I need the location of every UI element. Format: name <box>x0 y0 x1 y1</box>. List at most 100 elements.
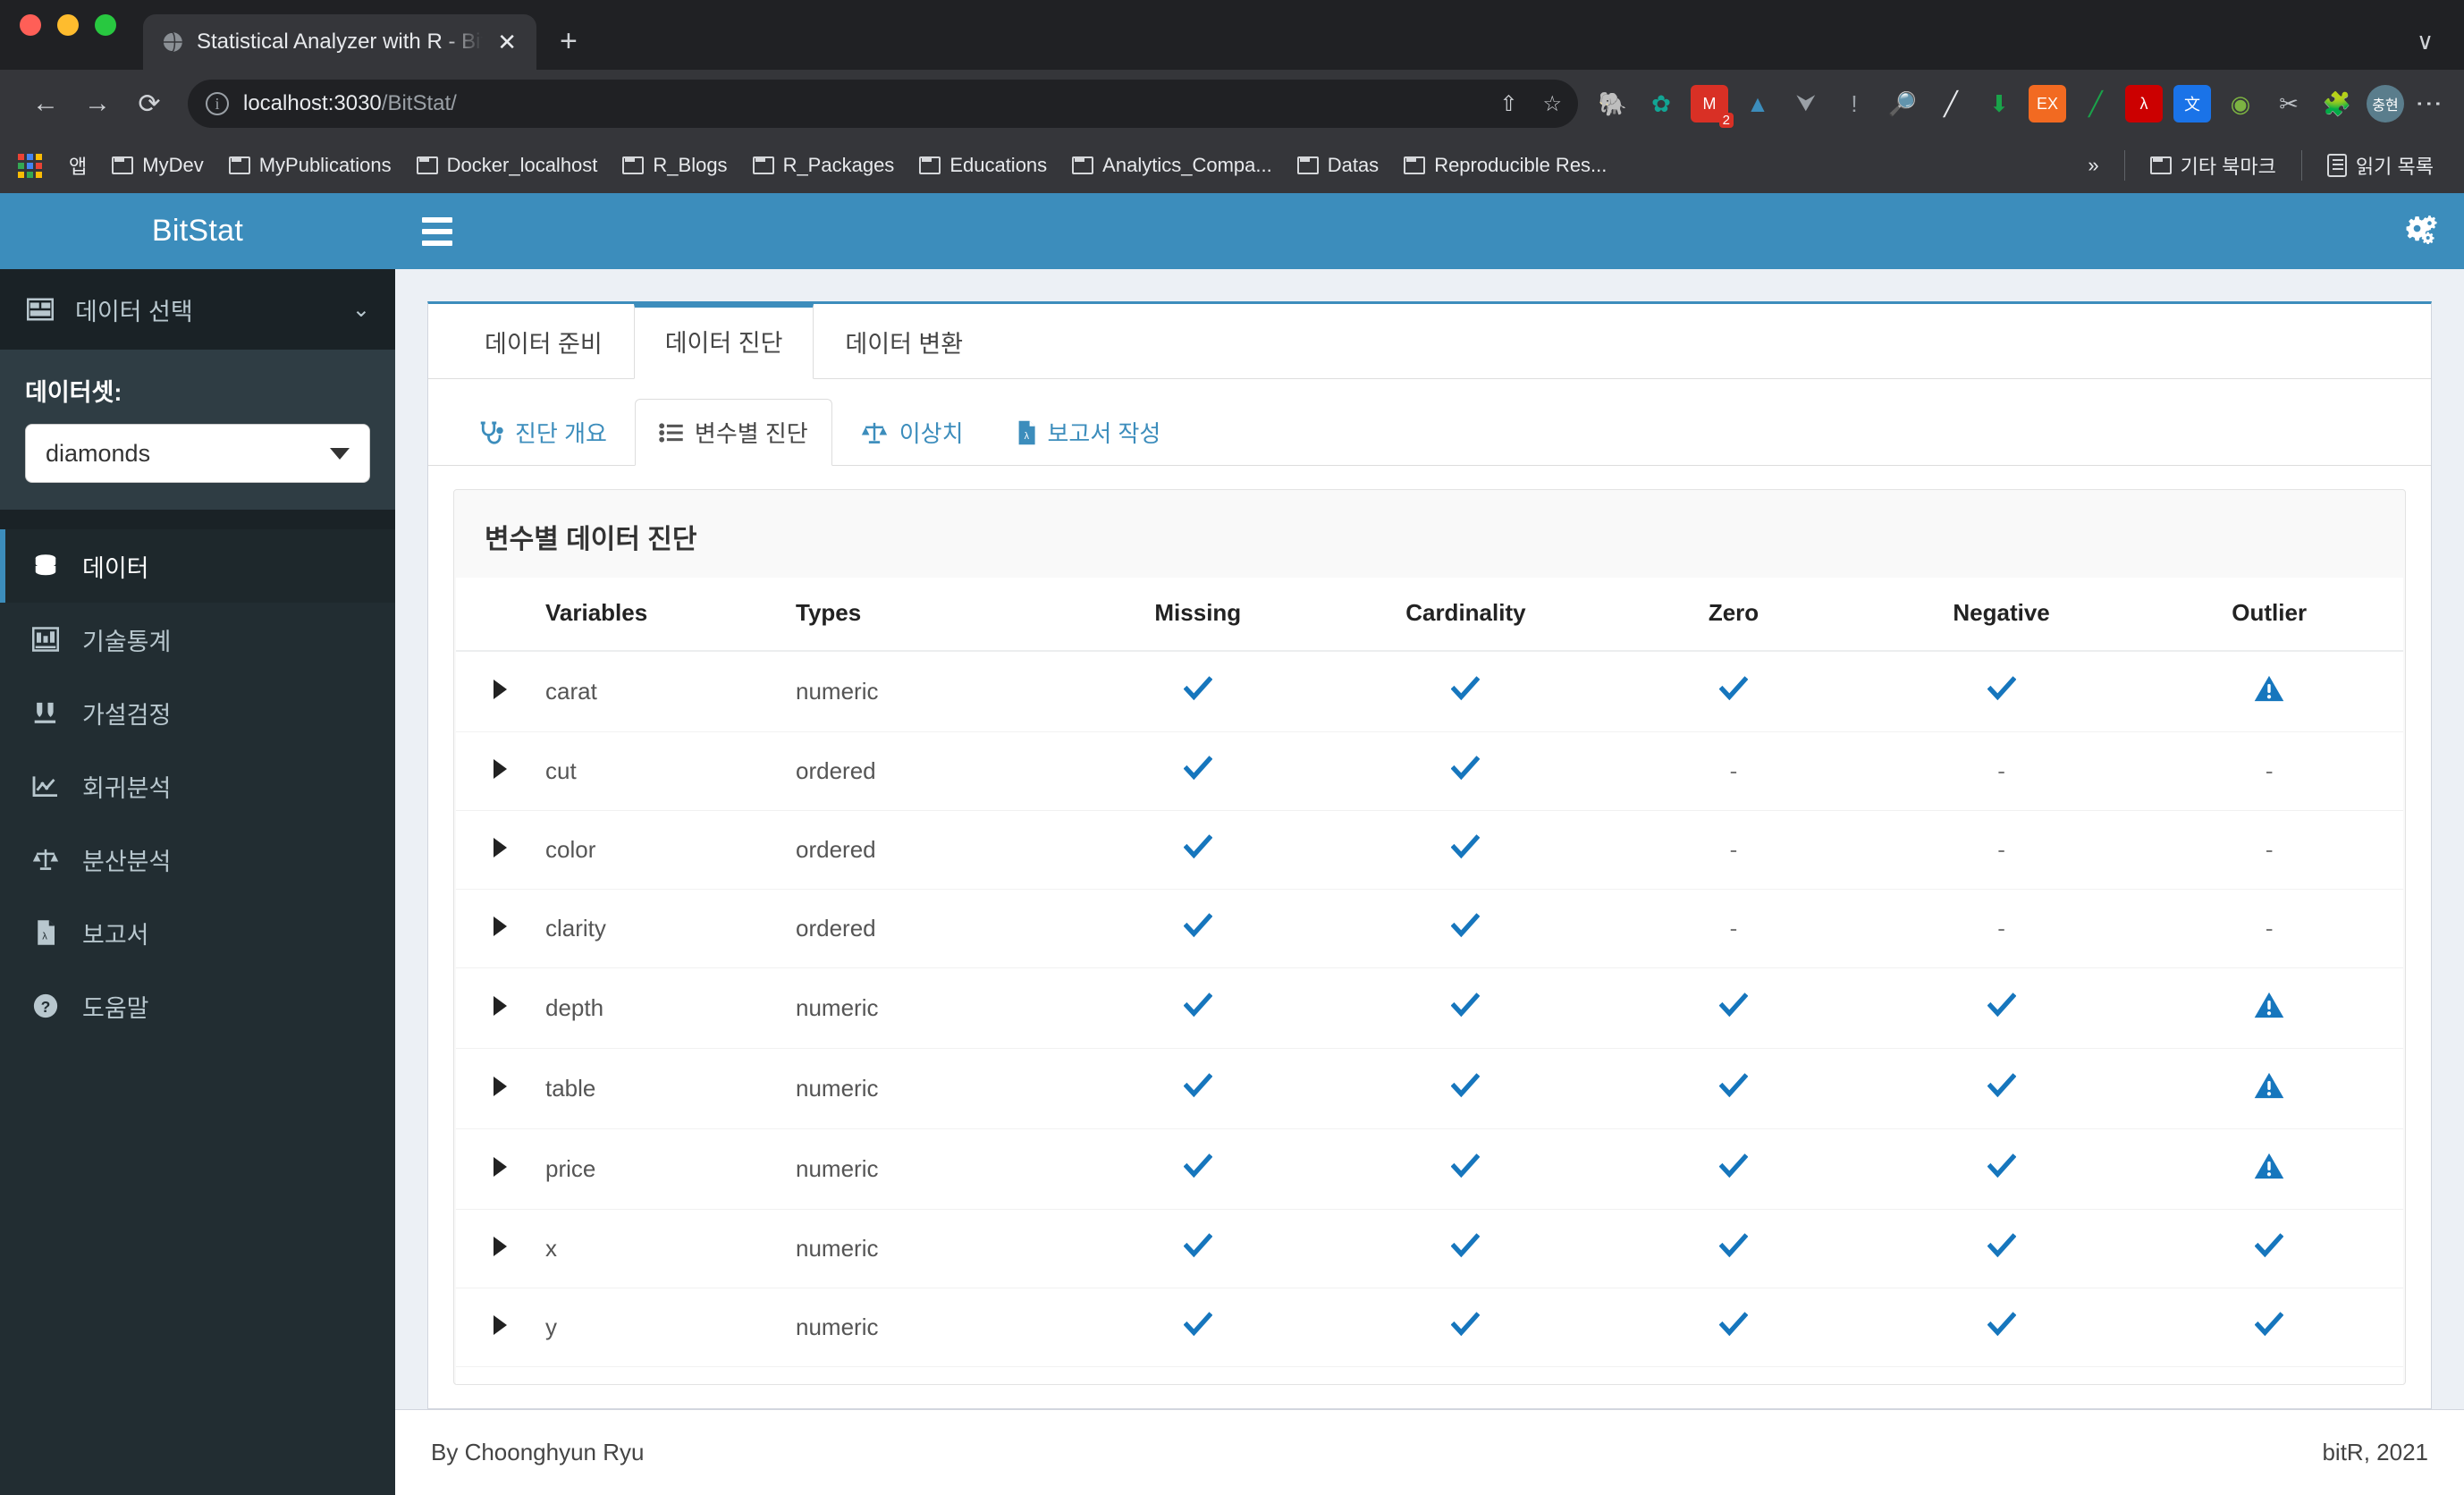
bookmark-item[interactable]: Reproducible Res... <box>1391 148 1619 182</box>
minimize-window-button[interactable] <box>57 14 79 36</box>
dataset-select[interactable]: diamonds <box>25 424 370 483</box>
google-drive-icon[interactable]: ▲ <box>1739 85 1776 122</box>
other-bookmarks-button[interactable]: 기타 북마크 <box>2138 146 2289 185</box>
address-bar[interactable]: i localhost:3030/BitStat/ ⇧ ☆ <box>188 80 1578 128</box>
row-expand-cell[interactable] <box>456 1366 545 1384</box>
reload-button[interactable]: ⟳ <box>123 78 175 130</box>
table-row[interactable]: y numeric <box>456 1288 2403 1367</box>
pen-extension-icon[interactable]: ╱ <box>1932 85 1970 122</box>
browser-tab[interactable]: Statistical Analyzer with R - Bit ✕ <box>143 14 536 70</box>
row-expand-cell[interactable] <box>456 889 545 968</box>
profile-avatar[interactable]: 충현 <box>2367 85 2404 122</box>
table-row[interactable]: cut ordered - - - <box>456 731 2403 811</box>
tab-level1-1[interactable]: 데이터 진단 <box>633 304 814 379</box>
bookmark-item[interactable]: MyPublications <box>216 148 404 182</box>
caret-right-icon[interactable] <box>494 1157 507 1177</box>
pocket-extension-icon[interactable]: ! <box>1835 85 1873 122</box>
tab-level1-2[interactable]: 데이터 변환 <box>814 304 994 379</box>
caret-right-icon[interactable] <box>494 1237 507 1256</box>
bookmark-item[interactable]: R_Packages <box>740 148 907 182</box>
share-icon[interactable]: ⇧ <box>1499 91 1517 117</box>
sidebar-item-line-chart[interactable]: 회귀분석 <box>0 749 395 823</box>
row-expand-cell[interactable] <box>456 651 545 732</box>
bookmark-item[interactable]: R_Blogs <box>610 148 739 182</box>
table-row[interactable]: carat numeric <box>456 651 2403 732</box>
row-expand-cell[interactable] <box>456 1128 545 1210</box>
table-row[interactable]: clarity ordered - - - <box>456 889 2403 968</box>
magnifier-extension-icon[interactable]: 🔎 <box>1884 85 1921 122</box>
caret-right-icon[interactable] <box>494 1315 507 1335</box>
back-button[interactable]: ← <box>20 78 72 130</box>
reading-list-button[interactable]: 읽기 목록 <box>2315 146 2446 185</box>
bookmarks-overflow-button[interactable]: » <box>2075 148 2111 182</box>
shield-extension-icon[interactable]: ⮟ <box>1787 85 1825 122</box>
puzzle-extension-icon[interactable]: 🧩 <box>2318 85 2356 122</box>
table-row[interactable]: znumeric <box>456 1366 2403 1384</box>
row-expand-cell[interactable] <box>456 810 545 890</box>
tab-level2-0[interactable]: 진단 개요 <box>453 399 631 466</box>
row-expand-cell[interactable] <box>456 1048 545 1129</box>
download-extension-icon[interactable]: ⬇ <box>1980 85 2018 122</box>
colorpicker-extension-icon[interactable]: ◉ <box>2222 85 2259 122</box>
table-row[interactable]: price numeric <box>456 1128 2403 1210</box>
sidebar-item-question-circle[interactable]: ? 도움말 <box>0 969 395 1043</box>
close-window-button[interactable] <box>20 14 41 36</box>
tab-level2-3[interactable]: λ 보고서 작성 <box>992 399 1186 466</box>
forward-button[interactable]: → <box>72 78 123 130</box>
maximize-window-button[interactable] <box>95 14 116 36</box>
bookmark-item[interactable]: MyDev <box>99 148 215 182</box>
sidebar-item-flask[interactable]: 가설검정 <box>0 676 395 749</box>
sidebar-item-table-chart[interactable]: 기술통계 <box>0 603 395 676</box>
caret-right-icon[interactable] <box>494 996 507 1016</box>
variable-name-cell: carat <box>545 651 796 732</box>
tab-level2-1[interactable]: 변수별 진단 <box>634 399 832 466</box>
bookmark-item[interactable]: Educations <box>907 148 1059 182</box>
chevron-down-icon[interactable]: ∨ <box>2417 28 2434 55</box>
table-row[interactable]: color ordered - - - <box>456 810 2403 890</box>
translate-extension-icon[interactable]: 文 <box>2173 85 2211 122</box>
sidebar-item-database[interactable]: 데이터 <box>0 529 395 603</box>
row-expand-cell[interactable] <box>456 1288 545 1367</box>
sidebar-item-pdf-file[interactable]: λ 보고서 <box>0 896 395 969</box>
row-expand-cell[interactable] <box>456 1209 545 1288</box>
ex-extension-icon[interactable]: EX <box>2029 85 2066 122</box>
app-brand[interactable]: BitStat <box>0 193 395 269</box>
bookmark-star-icon[interactable]: ☆ <box>1542 91 1562 117</box>
sidebar-item-data-select[interactable]: 데이터 선택 ⌄ <box>0 269 395 350</box>
sidebar-item-balance-scale[interactable]: 분산분석 <box>0 823 395 896</box>
gmail-extension-icon[interactable]: M2 <box>1691 85 1734 128</box>
tab-level1-0[interactable]: 데이터 준비 <box>453 304 634 379</box>
bookmark-item[interactable]: Docker_localhost <box>404 148 611 182</box>
caret-right-icon[interactable] <box>494 1077 507 1096</box>
check-icon <box>1718 1310 1749 1344</box>
browser-menu-icon[interactable]: ⋮ <box>2413 90 2444 117</box>
missing-status-cell <box>1064 1209 1332 1288</box>
bookmark-item[interactable]: Datas <box>1285 148 1391 182</box>
caret-right-icon[interactable] <box>494 916 507 936</box>
gears-icon[interactable] <box>2401 214 2437 249</box>
translate-extension-icon-glyph: 文 <box>2184 96 2200 114</box>
new-tab-button[interactable]: + <box>560 24 578 70</box>
info-icon[interactable]: i <box>206 92 229 115</box>
adobe-acrobat-icon[interactable]: λ <box>2125 85 2163 122</box>
table-row[interactable]: table numeric <box>456 1048 2403 1129</box>
slash-extension-icon[interactable]: ╱ <box>2077 85 2114 122</box>
evernote-extension-icon[interactable]: 🐘 <box>1594 85 1632 122</box>
caret-right-icon[interactable] <box>494 838 507 857</box>
chevron-down-icon[interactable]: ⌄ <box>352 297 370 323</box>
apps-grid-icon[interactable] <box>18 153 42 178</box>
row-expand-cell[interactable] <box>456 967 545 1049</box>
evernote-clipper-icon[interactable]: ✿ <box>1642 85 1680 122</box>
row-expand-cell[interactable] <box>456 731 545 811</box>
table-header-missing: Missing <box>1064 578 1332 652</box>
caret-right-icon[interactable] <box>494 759 507 779</box>
scissors-extension-icon[interactable]: ✂ <box>2270 85 2308 122</box>
table-row[interactable]: depth numeric <box>456 967 2403 1049</box>
hamburger-icon[interactable] <box>422 216 452 246</box>
bookmark-apps[interactable]: 앱 <box>56 146 99 185</box>
caret-right-icon[interactable] <box>494 680 507 699</box>
tab-level2-2[interactable]: 이상치 <box>836 399 988 466</box>
table-row[interactable]: x numeric <box>456 1209 2403 1288</box>
bookmark-item[interactable]: Analytics_Compa... <box>1059 148 1285 182</box>
close-icon[interactable]: ✕ <box>495 30 519 54</box>
